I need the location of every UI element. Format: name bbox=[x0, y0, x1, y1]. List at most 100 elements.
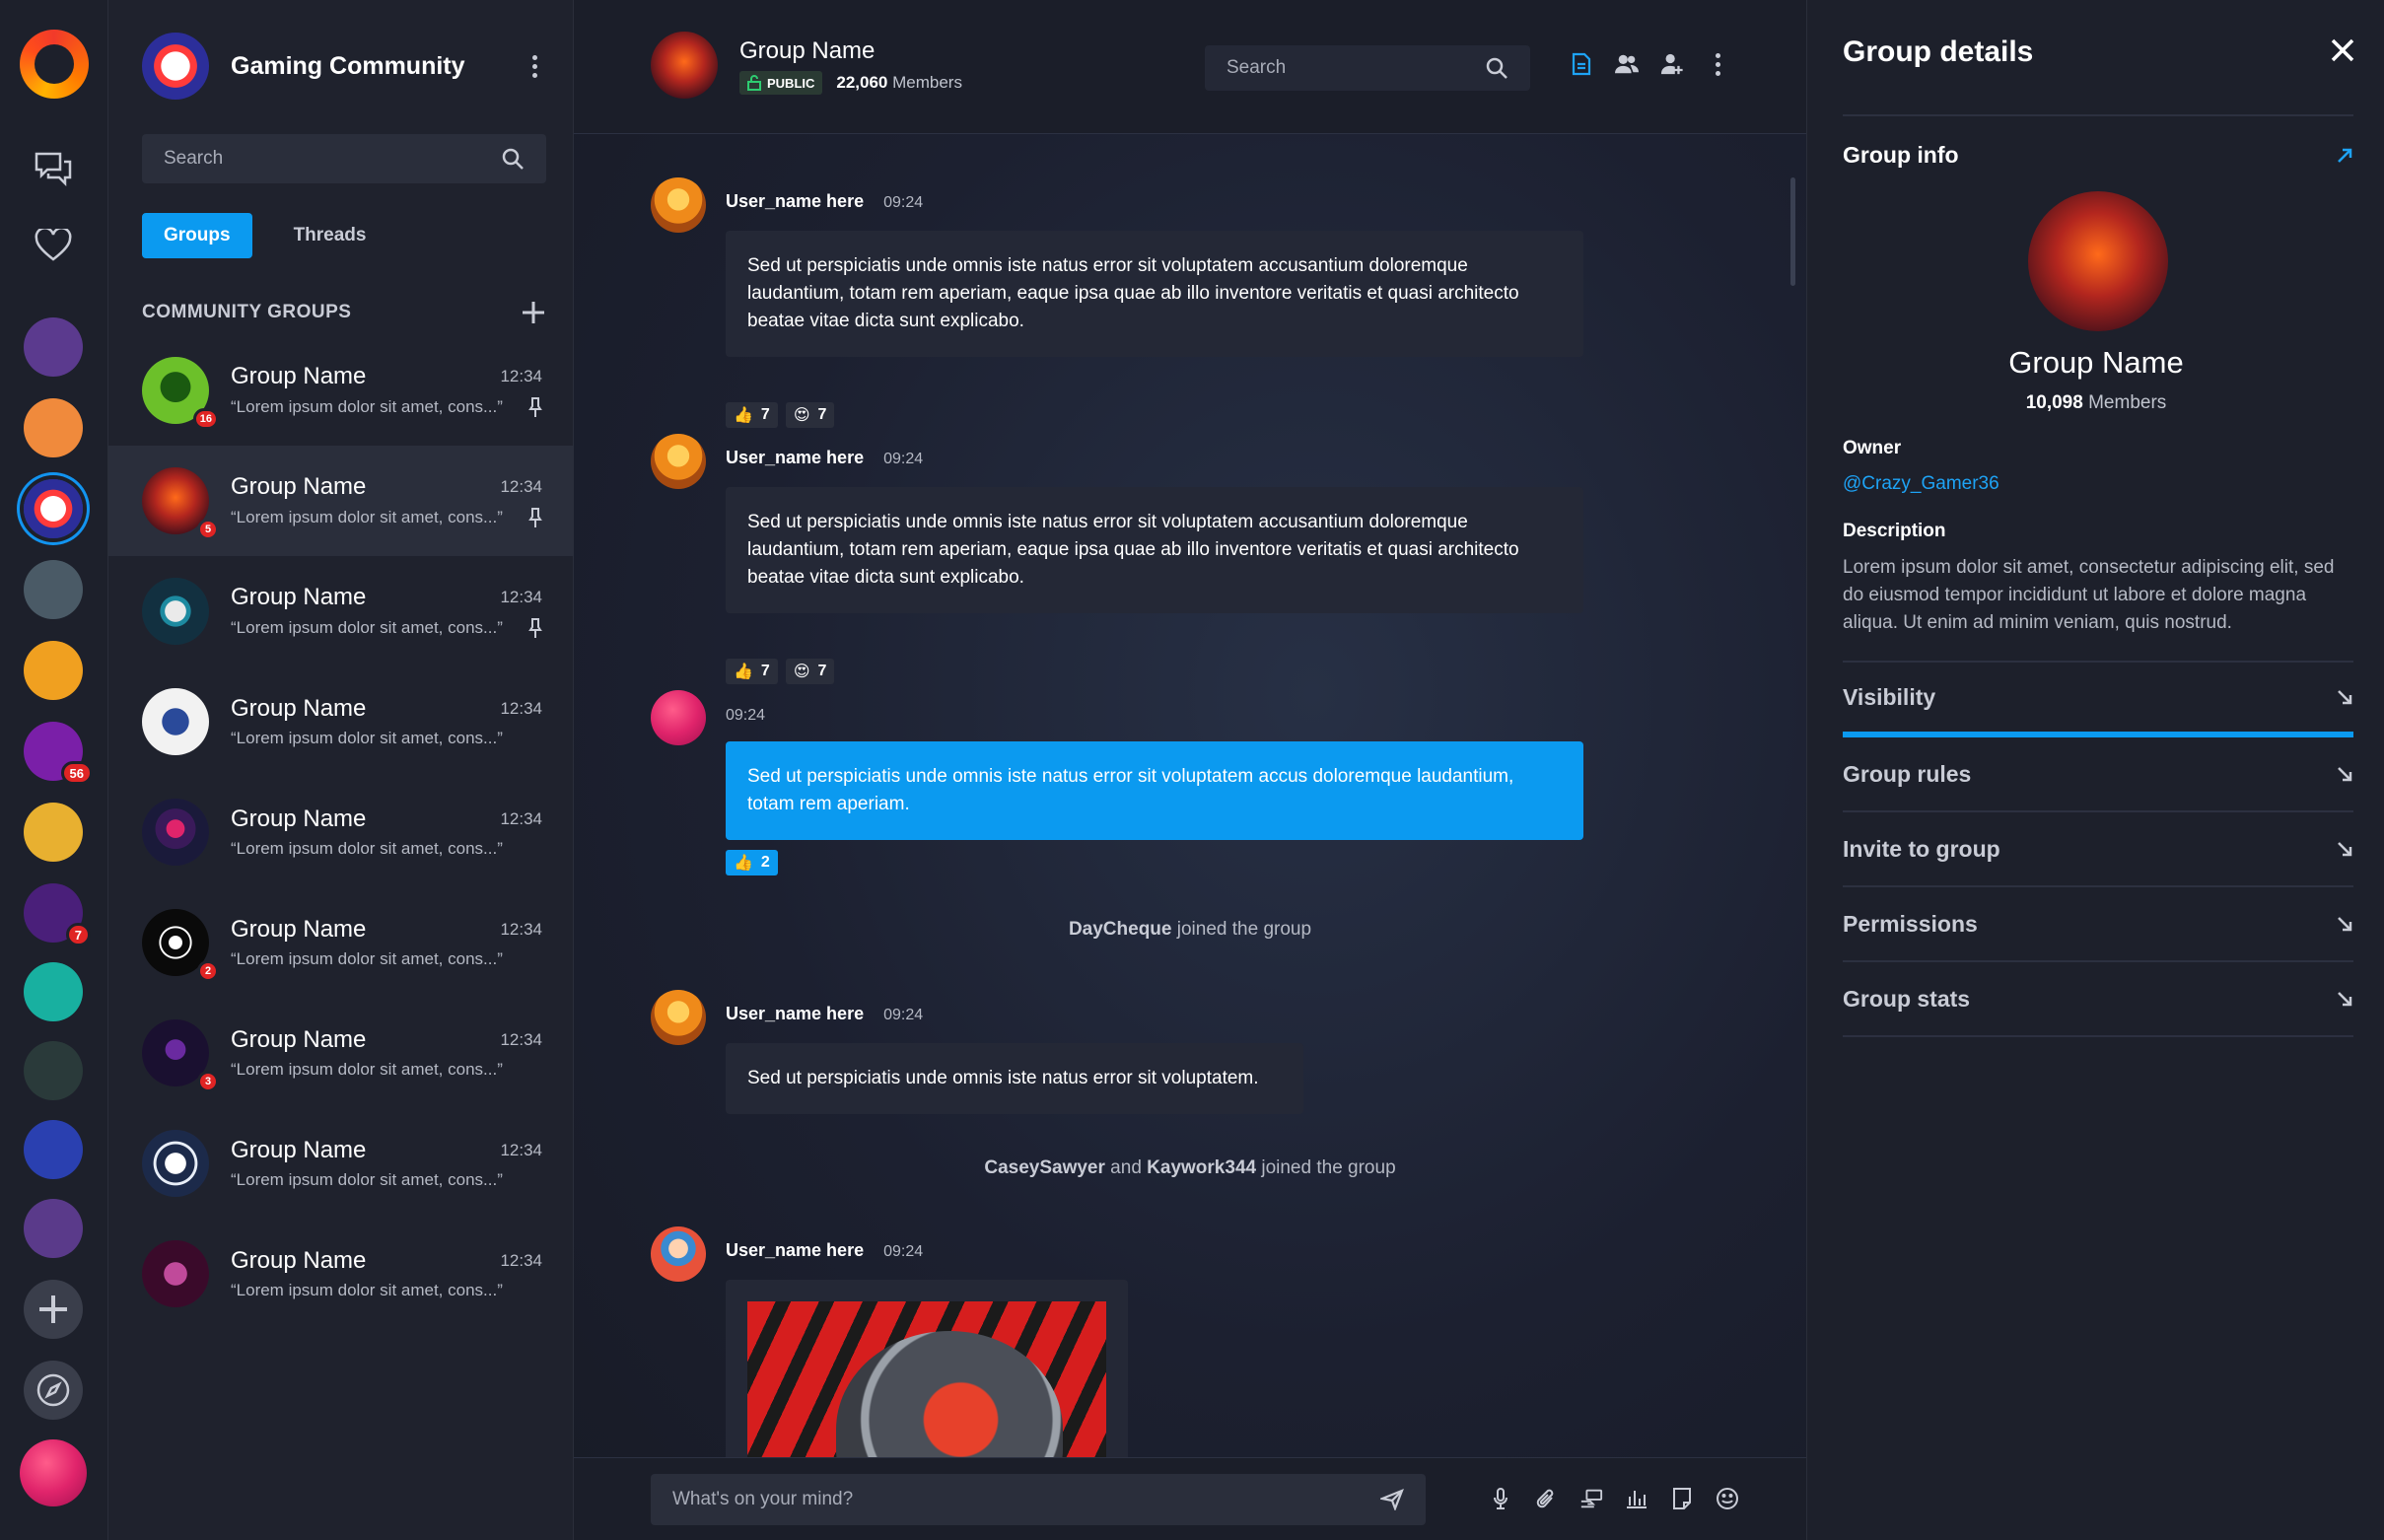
community-avatar[interactable] bbox=[24, 962, 83, 1021]
microphone-icon[interactable] bbox=[1489, 1486, 1512, 1511]
scrollbar[interactable] bbox=[1790, 177, 1795, 286]
add-community-button[interactable] bbox=[24, 1280, 83, 1339]
pin-icon[interactable] bbox=[528, 396, 542, 418]
emoji-icon[interactable] bbox=[1716, 1486, 1739, 1511]
community-avatar-active[interactable] bbox=[24, 479, 83, 538]
message-author[interactable]: User_name here bbox=[726, 1240, 864, 1260]
user-avatar[interactable] bbox=[651, 434, 706, 489]
details-members: 10,098 Members bbox=[1807, 392, 2384, 414]
community-avatar[interactable]: 7 bbox=[24, 883, 91, 946]
community-avatar[interactable]: 56 bbox=[24, 722, 93, 785]
user-avatar[interactable] bbox=[651, 990, 706, 1045]
group-list-item[interactable]: 16 Group Name 12:34 “Lorem ipsum dolor si… bbox=[108, 335, 574, 446]
collapse-arrow-icon[interactable] bbox=[2336, 147, 2353, 165]
visibility-badge: PUBLIC bbox=[739, 71, 823, 95]
members-count: 22,060 Members bbox=[836, 73, 962, 93]
pin-icon[interactable] bbox=[528, 507, 542, 528]
add-group-icon[interactable] bbox=[521, 300, 546, 325]
app-logo[interactable] bbox=[20, 30, 89, 99]
panel-tabs: Groups Threads bbox=[142, 213, 387, 258]
section-visibility[interactable]: Visibility bbox=[1843, 663, 2353, 737]
pin-icon[interactable] bbox=[528, 617, 542, 639]
system-text: and bbox=[1104, 1157, 1148, 1178]
owner-link[interactable]: @Crazy_Gamer36 bbox=[1843, 473, 1999, 495]
note-icon[interactable] bbox=[1670, 1486, 1694, 1511]
section-label: COMMUNITY GROUPS bbox=[142, 302, 352, 322]
community-avatar[interactable] bbox=[24, 398, 83, 457]
heart-icon[interactable] bbox=[33, 225, 74, 266]
send-icon[interactable] bbox=[1380, 1489, 1404, 1510]
group-search-input[interactable]: Search bbox=[142, 134, 546, 183]
add-user-icon[interactable] bbox=[1660, 51, 1684, 77]
user-profile-avatar[interactable] bbox=[20, 1439, 87, 1506]
close-icon[interactable] bbox=[2328, 35, 2357, 65]
group-list-item[interactable]: Group Name 12:34 “Lorem ipsum dolor sit a… bbox=[108, 1108, 574, 1219]
group-avatar[interactable] bbox=[651, 32, 718, 99]
community-avatar[interactable] bbox=[24, 317, 83, 377]
section-group-rules[interactable]: Group rules bbox=[1843, 737, 2353, 812]
message-author[interactable]: User_name here bbox=[726, 191, 864, 211]
image-attachment[interactable] bbox=[726, 1280, 1128, 1457]
user-avatar[interactable] bbox=[651, 1226, 706, 1282]
system-user[interactable]: DayCheque bbox=[1069, 919, 1172, 940]
message-list: User_name here 09:24 Sed ut perspiciatis … bbox=[574, 134, 1806, 1457]
community-avatar[interactable] bbox=[24, 1120, 83, 1179]
details-members-number: 10,098 bbox=[2025, 392, 2083, 413]
chat-search-input[interactable]: Search bbox=[1205, 45, 1530, 91]
section-group-stats[interactable]: Group stats bbox=[1843, 962, 2353, 1037]
unread-badge: 7 bbox=[65, 923, 91, 946]
system-user[interactable]: CaseySawyer bbox=[984, 1157, 1105, 1178]
description-text: Lorem ipsum dolor sit amet, consectetur … bbox=[1843, 557, 2335, 633]
section-label: Visibility bbox=[1843, 683, 1936, 710]
system-user[interactable]: Kaywork344 bbox=[1147, 1157, 1256, 1178]
unlock-icon bbox=[747, 75, 761, 91]
community-avatar[interactable] bbox=[24, 803, 83, 862]
chat-bubbles-icon[interactable] bbox=[33, 148, 74, 189]
community-avatar[interactable] bbox=[24, 641, 83, 700]
community-avatar[interactable] bbox=[24, 1199, 83, 1258]
community-groups-header: COMMUNITY GROUPS bbox=[142, 300, 546, 325]
group-avatar: 2 bbox=[142, 909, 219, 982]
group-list-item[interactable]: Group Name 12:34 “Lorem ipsum dolor sit a… bbox=[108, 1219, 574, 1329]
unread-badge: 3 bbox=[197, 1071, 219, 1092]
group-list-item[interactable]: Group Name 12:34 “Lorem ipsum dolor sit a… bbox=[108, 556, 574, 666]
user-avatar[interactable] bbox=[651, 690, 706, 745]
explore-button[interactable] bbox=[24, 1361, 83, 1420]
community-avatar[interactable] bbox=[24, 560, 83, 619]
reaction-chip[interactable]: 😍 7 bbox=[785, 402, 835, 428]
transfer-icon[interactable] bbox=[1579, 1486, 1603, 1511]
section-permissions[interactable]: Permissions bbox=[1843, 887, 2353, 962]
group-list-item[interactable]: Group Name 12:34 “Lorem ipsum dolor sit a… bbox=[108, 666, 574, 777]
reaction-chip[interactable]: 👍 7 bbox=[726, 402, 778, 428]
message-header: User_name here 09:24 bbox=[726, 448, 923, 468]
heart-eyes-emoji: 😍 bbox=[793, 407, 810, 424]
attached-image[interactable] bbox=[747, 1301, 1106, 1457]
reaction-chip[interactable]: 👍 2 bbox=[726, 850, 778, 875]
poll-icon[interactable] bbox=[1625, 1486, 1648, 1511]
message-bubble: Sed ut perspiciatis unde omnis iste natu… bbox=[726, 1043, 1303, 1114]
reaction-chip[interactable]: 👍 7 bbox=[726, 659, 778, 684]
group-list-item[interactable]: 2 Group Name 12:34 “Lorem ipsum dolor sit… bbox=[108, 887, 574, 998]
app-rail: 56 7 bbox=[0, 0, 108, 1540]
message-author[interactable]: User_name here bbox=[726, 448, 864, 467]
group-list-item-active[interactable]: 5 Group Name 12:34 “Lorem ipsum dolor sit… bbox=[108, 446, 574, 556]
chat-more-icon[interactable] bbox=[1706, 51, 1729, 77]
tab-threads[interactable]: Threads bbox=[272, 213, 388, 258]
tab-groups[interactable]: Groups bbox=[142, 213, 252, 258]
message-input[interactable]: What's on your mind? bbox=[651, 1474, 1426, 1525]
group-list-item[interactable]: Group Name 12:34 “Lorem ipsum dolor sit a… bbox=[108, 777, 574, 887]
compass-icon bbox=[36, 1373, 70, 1407]
paperclip-icon[interactable] bbox=[1534, 1486, 1558, 1511]
members-icon[interactable] bbox=[1615, 51, 1639, 77]
group-list-item[interactable]: 3 Group Name 12:34 “Lorem ipsum dolor sit… bbox=[108, 998, 574, 1108]
reaction-chip[interactable]: 😍 7 bbox=[785, 659, 835, 684]
message-author[interactable]: User_name here bbox=[726, 1004, 864, 1023]
reactions: 👍 7 😍 7 bbox=[726, 402, 835, 428]
more-options-icon[interactable] bbox=[523, 51, 546, 81]
community-avatar[interactable] bbox=[24, 1041, 83, 1100]
document-icon[interactable] bbox=[1570, 51, 1593, 77]
user-avatar[interactable] bbox=[651, 177, 706, 233]
chat-area: Group Name PUBLIC 22,060 Members Search … bbox=[574, 0, 1806, 1540]
group-time: 12:34 bbox=[500, 477, 542, 496]
section-invite[interactable]: Invite to group bbox=[1843, 812, 2353, 887]
